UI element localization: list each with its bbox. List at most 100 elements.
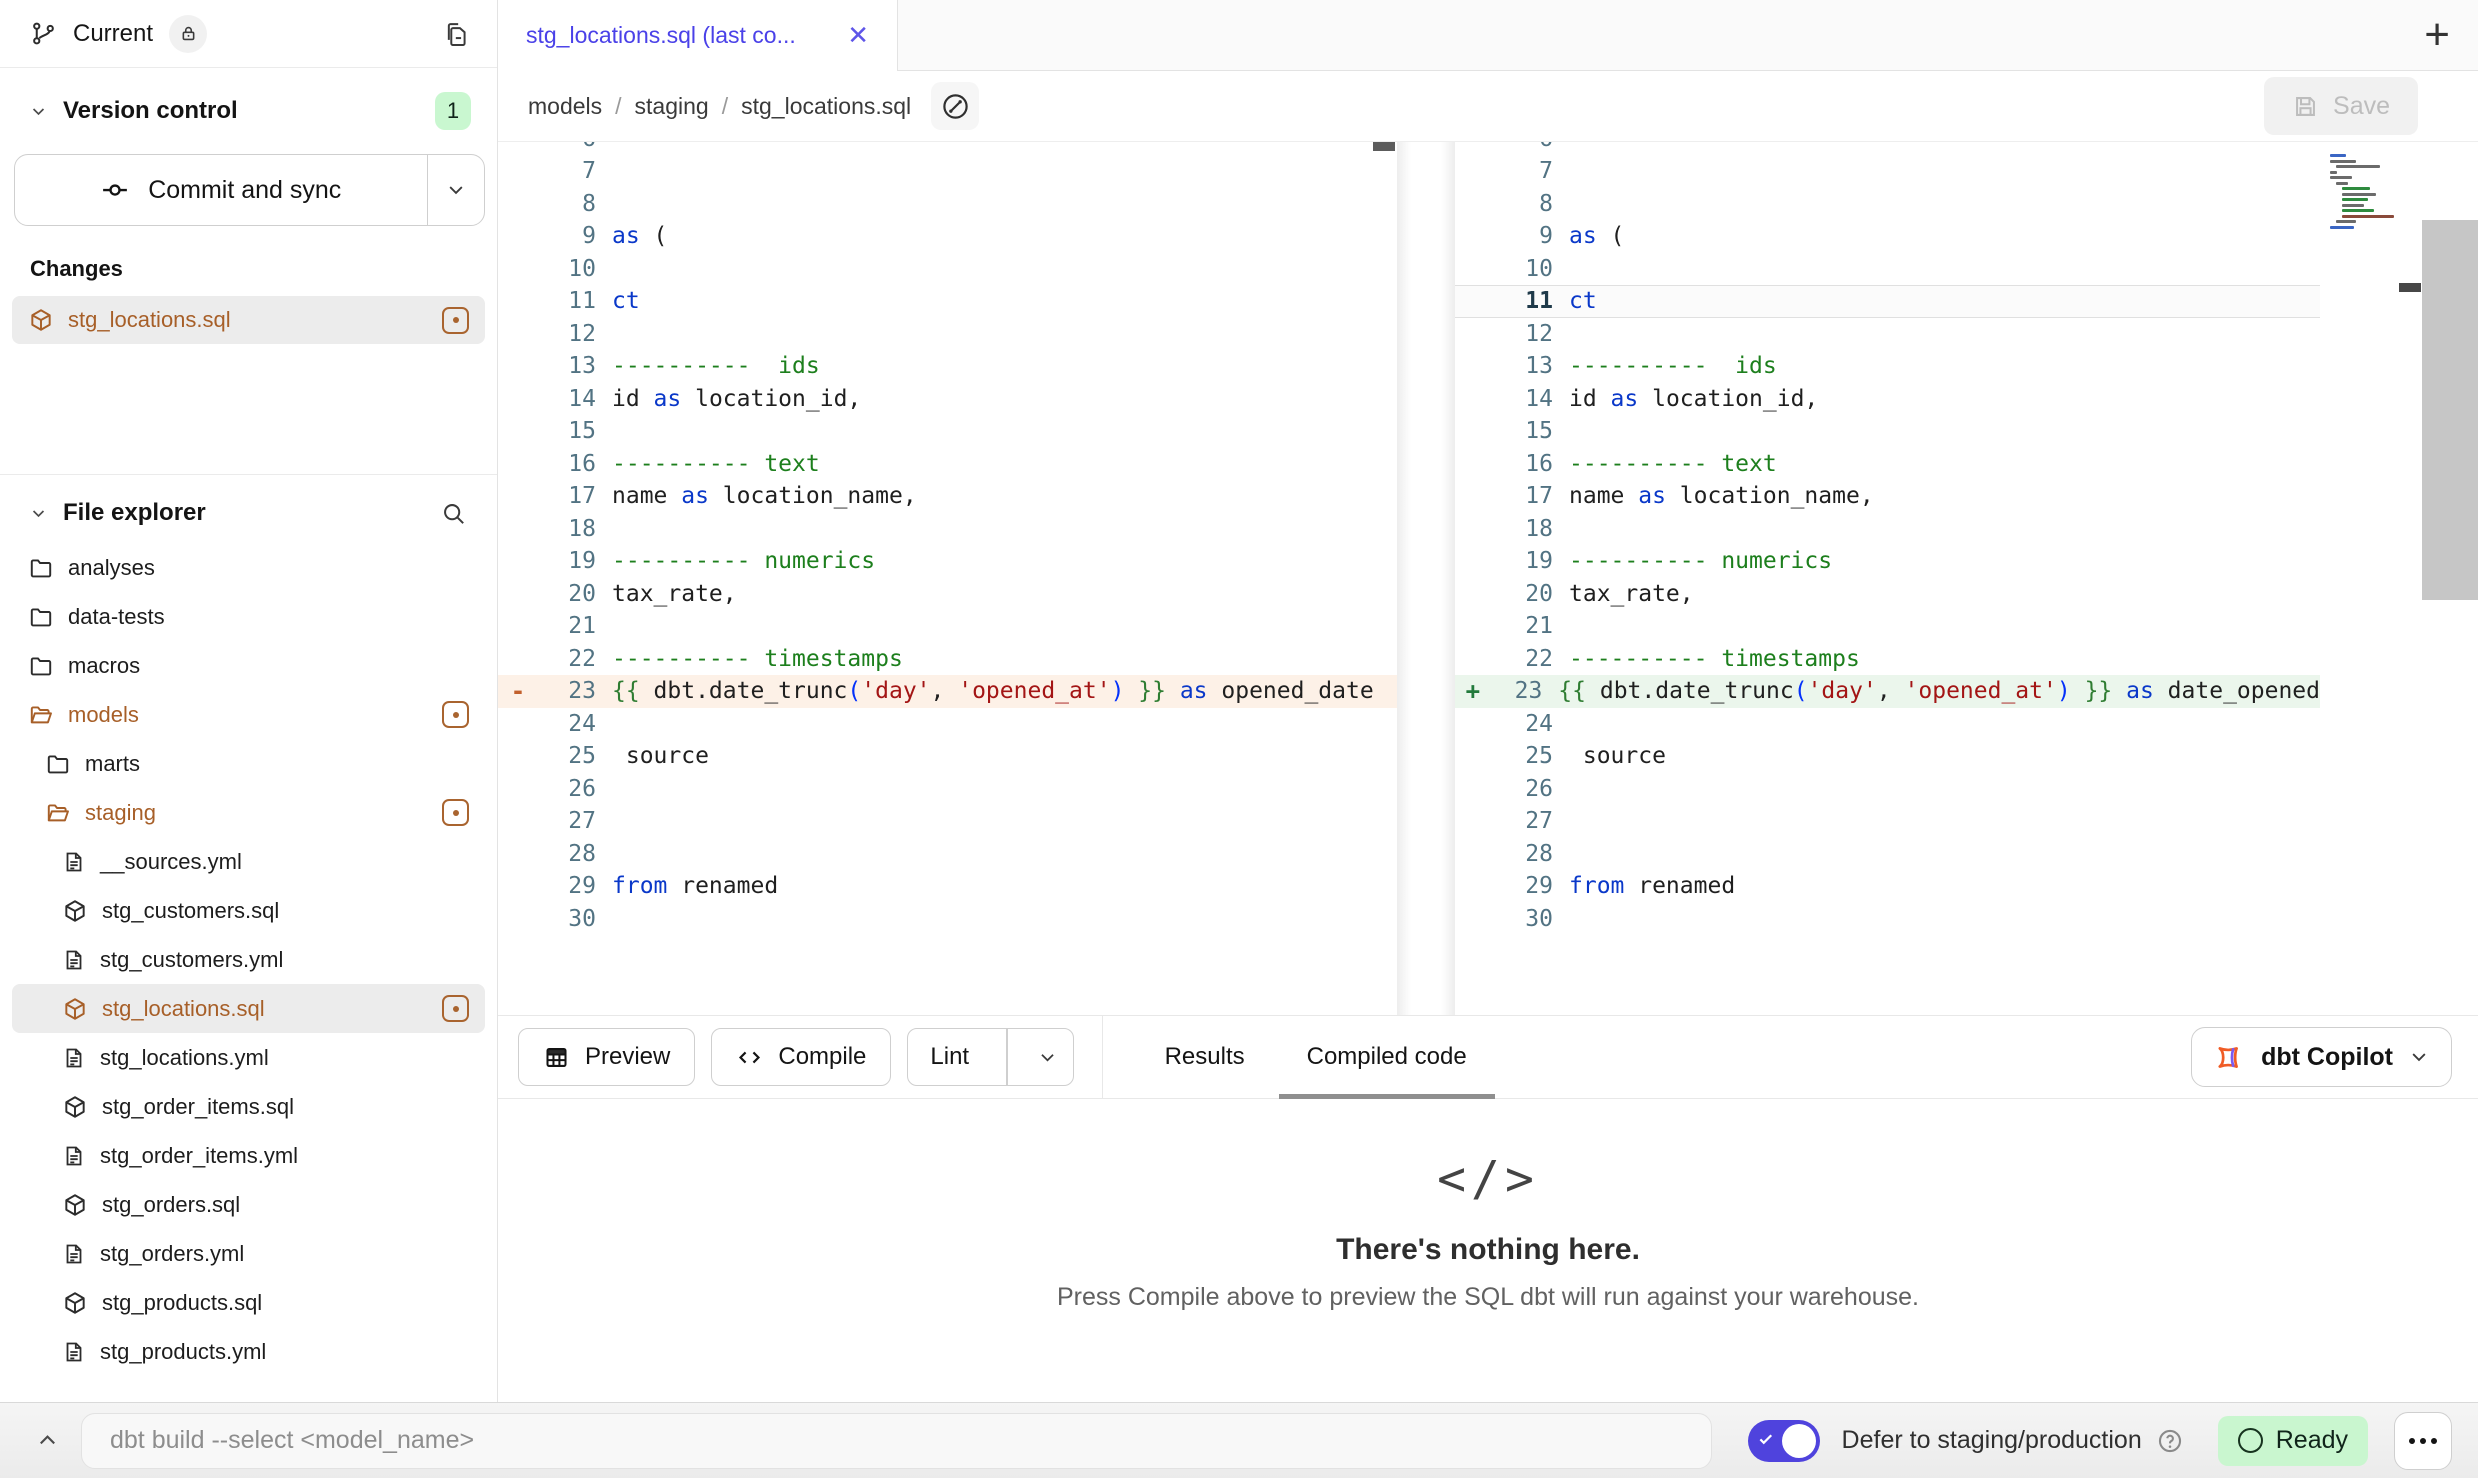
code-line-19[interactable]: 19---------- numerics (1455, 545, 2320, 578)
tree-item-stg-products-sql[interactable]: stg_products.sql (12, 1278, 485, 1327)
code-line-23[interactable]: -23{{ dbt.date_trunc('day', 'opened_at')… (498, 675, 1397, 708)
code-line-16[interactable]: 16---------- text (1455, 447, 2320, 480)
preview-button[interactable]: Preview (518, 1028, 695, 1086)
code-line-9[interactable]: 9as ( (1455, 220, 2320, 253)
code-line-17[interactable]: 17name as location_name, (498, 480, 1397, 513)
defer-toggle[interactable] (1748, 1420, 1820, 1462)
code-line-18[interactable]: 18 (498, 512, 1397, 545)
tab-results[interactable]: Results (1165, 1015, 1245, 1099)
tree-item-stg-customers-yml[interactable]: stg_customers.yml (12, 935, 485, 984)
help-icon[interactable] (2156, 1427, 2184, 1455)
code-line-26[interactable]: 26 (498, 772, 1397, 805)
tree-item-stg-orders-yml[interactable]: stg_orders.yml (12, 1229, 485, 1278)
tree-item-stg-order-items-yml[interactable]: stg_order_items.yml (12, 1131, 485, 1180)
tree-item-analyses[interactable]: analyses (12, 543, 485, 592)
dbt-copilot-button[interactable]: dbt Copilot (2191, 1027, 2452, 1087)
code-line-25[interactable]: 25 source (498, 740, 1397, 773)
tree-item-staging[interactable]: staging (12, 788, 485, 837)
more-options-button[interactable] (2394, 1412, 2452, 1470)
tree-item-data-tests[interactable]: data-tests (12, 592, 485, 641)
code-line-14[interactable]: 14id as location_id, (498, 382, 1397, 415)
breadcrumb-item[interactable]: staging (635, 93, 709, 119)
diff-pane-modified[interactable]: 6789as (1011ct1213---------- ids14id as … (1455, 142, 2320, 1015)
diff-pane-original[interactable]: 6789as (1011ct1213---------- ids14id as … (498, 142, 1397, 1015)
code-line-27[interactable]: 27 (1455, 805, 2320, 838)
version-control-header[interactable]: Version control 1 (30, 92, 471, 130)
pane-divider[interactable] (1397, 142, 1455, 1015)
code-line-22[interactable]: 22---------- timestamps (1455, 642, 2320, 675)
code-line-16[interactable]: 16---------- text (498, 447, 1397, 480)
code-line-27[interactable]: 27 (498, 805, 1397, 838)
tree-item-stg-products-yml[interactable]: stg_products.yml (12, 1327, 485, 1376)
compile-button[interactable]: Compile (711, 1028, 891, 1086)
code-line-12[interactable]: 12 (498, 317, 1397, 350)
code-line-8[interactable]: 8 (1455, 187, 2320, 220)
lint-options-caret[interactable] (1023, 1029, 1073, 1085)
save-button[interactable]: Save (2264, 77, 2418, 135)
code-line-29[interactable]: 29from renamed (498, 870, 1397, 903)
code-line-6[interactable]: 6 (498, 142, 1397, 155)
code-line-23[interactable]: +23{{ dbt.date_trunc('day', 'opened_at')… (1455, 675, 2320, 708)
code-line-7[interactable]: 7 (498, 155, 1397, 188)
code-line-21[interactable]: 21 (1455, 610, 2320, 643)
branch-selector[interactable]: Current (0, 0, 497, 68)
tree-item-macros[interactable]: macros (12, 641, 485, 690)
tree-item-models[interactable]: models (12, 690, 485, 739)
chevron-up-icon[interactable] (36, 1429, 59, 1452)
code-line-6[interactable]: 6 (1455, 142, 2320, 155)
code-line-11[interactable]: 11ct (1455, 285, 2320, 318)
new-tab-button[interactable]: + (2424, 13, 2450, 57)
code-line-22[interactable]: 22---------- timestamps (498, 642, 1397, 675)
code-line-24[interactable]: 24 (498, 707, 1397, 740)
tab-stg-locations[interactable]: stg_locations.sql (last co... ✕ (498, 0, 898, 71)
tree-item-marts[interactable]: marts (12, 739, 485, 788)
code-line-15[interactable]: 15 (498, 415, 1397, 448)
code-line-13[interactable]: 13---------- ids (1455, 350, 2320, 383)
search-icon[interactable] (440, 500, 467, 527)
code-line-17[interactable]: 17name as location_name, (1455, 480, 2320, 513)
tab-compiled-code[interactable]: Compiled code (1307, 1015, 1467, 1099)
code-line-30[interactable]: 30 (1455, 902, 2320, 935)
code-line-10[interactable]: 10 (498, 252, 1397, 285)
commit-options-caret[interactable] (428, 155, 484, 225)
scrollbar-thumb[interactable] (2422, 220, 2478, 600)
tree-item-stg-customers-sql[interactable]: stg_customers.sql (12, 886, 485, 935)
breadcrumb-item[interactable]: models (528, 93, 602, 119)
code-line-12[interactable]: 12 (1455, 317, 2320, 350)
code-line-8[interactable]: 8 (498, 187, 1397, 220)
lineage-button[interactable] (931, 82, 979, 130)
tree-item-stg-locations-yml[interactable]: stg_locations.yml (12, 1033, 485, 1082)
tree-item-stg-order-items-sql[interactable]: stg_order_items.sql (12, 1082, 485, 1131)
commit-and-sync-button[interactable]: Commit and sync (14, 154, 485, 226)
copy-branch-icon[interactable] (443, 20, 471, 48)
code-line-9[interactable]: 9as ( (498, 220, 1397, 253)
code-line-14[interactable]: 14id as location_id, (1455, 382, 2320, 415)
code-line-21[interactable]: 21 (498, 610, 1397, 643)
tree-item-stg-orders-sql[interactable]: stg_orders.sql (12, 1180, 485, 1229)
code-line-11[interactable]: 11ct (498, 285, 1397, 318)
code-line-18[interactable]: 18 (1455, 512, 2320, 545)
code-line-26[interactable]: 26 (1455, 772, 2320, 805)
code-line-13[interactable]: 13---------- ids (498, 350, 1397, 383)
editor-scrollbar[interactable] (2422, 142, 2478, 1015)
close-tab-icon[interactable]: ✕ (847, 20, 869, 51)
file-explorer-header[interactable]: File explorer (0, 475, 497, 527)
lint-button[interactable]: Lint (907, 1028, 1073, 1086)
minimap[interactable] (2320, 142, 2398, 1015)
code-line-20[interactable]: 20tax_rate, (1455, 577, 2320, 610)
command-input[interactable]: dbt build --select <model_name> (81, 1413, 1712, 1469)
code-line-24[interactable]: 24 (1455, 707, 2320, 740)
code-line-29[interactable]: 29from renamed (1455, 870, 2320, 903)
tree-item-stg-locations-sql[interactable]: stg_locations.sql (12, 984, 485, 1033)
code-line-19[interactable]: 19---------- numerics (498, 545, 1397, 578)
code-line-10[interactable]: 10 (1455, 252, 2320, 285)
code-line-25[interactable]: 25 source (1455, 740, 2320, 773)
changed-file-stg-locations-sql[interactable]: stg_locations.sql (12, 296, 485, 344)
code-line-15[interactable]: 15 (1455, 415, 2320, 448)
code-line-20[interactable]: 20tax_rate, (498, 577, 1397, 610)
code-line-28[interactable]: 28 (498, 837, 1397, 870)
code-line-30[interactable]: 30 (498, 902, 1397, 935)
breadcrumb-item[interactable]: stg_locations.sql (741, 93, 911, 119)
code-line-7[interactable]: 7 (1455, 155, 2320, 188)
tree-item--sources-yml[interactable]: __sources.yml (12, 837, 485, 886)
